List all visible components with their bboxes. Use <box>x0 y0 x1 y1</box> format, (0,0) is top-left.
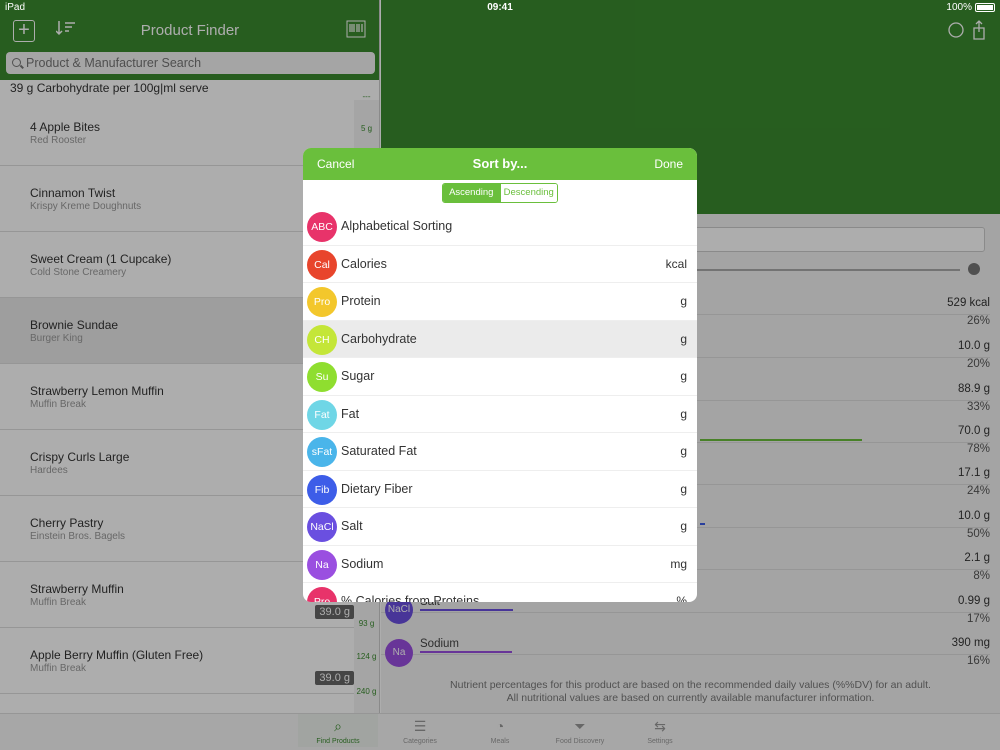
sort-option[interactable]: Pro % Calories from Proteins % <box>303 583 697 602</box>
sort-option-label: Saturated Fat <box>341 444 417 458</box>
sort-option-unit: g <box>680 331 687 346</box>
sort-direction-control: Ascending Descending <box>442 183 558 203</box>
sort-option-badge: Fat <box>307 399 337 430</box>
sort-option[interactable]: Pro Protein g <box>303 283 697 321</box>
sort-option-label: Alphabetical Sorting <box>341 219 453 233</box>
sort-option-unit: kcal <box>665 256 687 271</box>
sort-option[interactable]: ABC Alphabetical Sorting <box>303 208 697 246</box>
sort-modal: Cancel Sort by... Done Ascending Descend… <box>303 148 697 602</box>
sort-option[interactable]: sFat Saturated Fat g <box>303 433 697 471</box>
sort-option-label: Calories <box>341 256 387 271</box>
sort-option-unit: % <box>676 594 687 602</box>
sort-option-unit: mg <box>670 556 687 571</box>
sort-option-unit: g <box>680 481 687 496</box>
sort-option-unit: g <box>680 444 687 458</box>
sort-option-label: Carbohydrate <box>341 331 417 346</box>
sort-option[interactable]: CH Carbohydrate g <box>303 320 697 358</box>
battery-percent: 100% <box>946 2 972 13</box>
sort-option[interactable]: Su Sugar g <box>303 358 697 396</box>
battery-icon <box>975 3 995 12</box>
sort-option-badge: CH <box>307 324 337 355</box>
sort-option-label: Salt <box>341 519 363 533</box>
sort-option[interactable]: NaCl Salt g <box>303 508 697 546</box>
modal-title: Sort by... <box>472 156 528 171</box>
sort-option[interactable]: Fib Dietary Fiber g <box>303 471 697 508</box>
sort-option-badge: ABC <box>307 212 337 242</box>
sort-option-unit: g <box>680 369 687 383</box>
modal-header: Cancel Sort by... Done <box>303 148 697 180</box>
sort-option-label: Sugar <box>341 369 375 383</box>
sort-option-unit: g <box>680 294 687 308</box>
sort-option-label: Fat <box>341 406 360 421</box>
sort-option-badge: NaCl <box>307 512 337 542</box>
sort-option-unit: g <box>680 406 687 421</box>
done-button[interactable]: Done <box>654 157 683 171</box>
sort-option-badge: Na <box>307 549 337 580</box>
sort-option-badge: sFat <box>307 437 337 467</box>
sort-option[interactable]: Fat Fat g <box>303 396 697 433</box>
sort-option-badge: Fib <box>307 474 337 505</box>
status-bar: iPad 09:41 100% <box>0 0 1000 16</box>
sort-option-label: % Calories from Proteins <box>341 594 480 602</box>
sort-option-label: Dietary Fiber <box>341 481 413 496</box>
sort-option-badge: Pro <box>307 287 337 317</box>
clock: 09:41 <box>487 2 513 13</box>
sort-options-list: ABC Alphabetical Sorting Cal Calories kc… <box>303 208 697 602</box>
sort-option[interactable]: Na Sodium mg <box>303 546 697 583</box>
sort-option-badge: Cal <box>307 249 337 280</box>
descending-button[interactable]: Descending <box>499 184 557 202</box>
sort-option-badge: Pro <box>307 587 337 602</box>
sort-option-label: Sodium <box>341 556 384 571</box>
battery-indicator: 100% <box>946 2 995 13</box>
ascending-button[interactable]: Ascending <box>443 184 500 202</box>
sort-option[interactable]: Cal Calories kcal <box>303 246 697 283</box>
sort-option-badge: Su <box>307 362 337 392</box>
sort-option-unit: g <box>680 519 687 533</box>
sort-option-label: Protein <box>341 294 381 308</box>
